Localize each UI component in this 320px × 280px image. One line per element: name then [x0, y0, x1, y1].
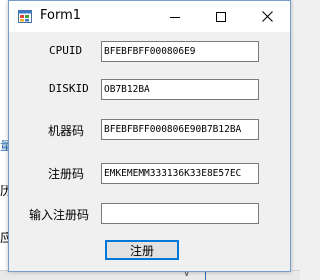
- machine-code-field[interactable]: BFEBFBFF000806E90B7B12BA: [101, 119, 259, 140]
- cpuid-label: CPUID: [49, 44, 83, 57]
- diskid-field[interactable]: OB7B12BA: [101, 79, 259, 100]
- minimize-icon: [170, 16, 180, 18]
- minimize-button[interactable]: [152, 1, 198, 32]
- maximize-icon: [216, 11, 226, 22]
- diskid-label: DISKID: [49, 82, 89, 95]
- registration-code-label: 注册码: [48, 167, 85, 181]
- cpuid-field[interactable]: BFEBFBFF000806E9: [101, 41, 259, 62]
- window-title: Form1: [40, 8, 82, 23]
- screen: 量 历 应 ∨ Form1 CPUID BFEBFBFF000806E9 DIS…: [0, 0, 300, 280]
- close-icon: [261, 11, 273, 22]
- winforms-app-icon: [18, 10, 32, 23]
- enter-registration-code-label: 输入注册码: [29, 208, 90, 222]
- enter-registration-code-input[interactable]: [101, 203, 259, 224]
- registration-code-field[interactable]: EMKEMEMM333136K33E8E57EC: [101, 163, 259, 184]
- register-button[interactable]: 注册: [105, 240, 179, 260]
- title-bar[interactable]: Form1: [9, 1, 290, 32]
- maximize-button[interactable]: [198, 1, 244, 32]
- form1-window: Form1 CPUID BFEBFBFF000806E9 DISKID OB7B…: [8, 0, 291, 272]
- machine-code-label: 机器码: [48, 124, 85, 138]
- close-button[interactable]: [244, 1, 290, 32]
